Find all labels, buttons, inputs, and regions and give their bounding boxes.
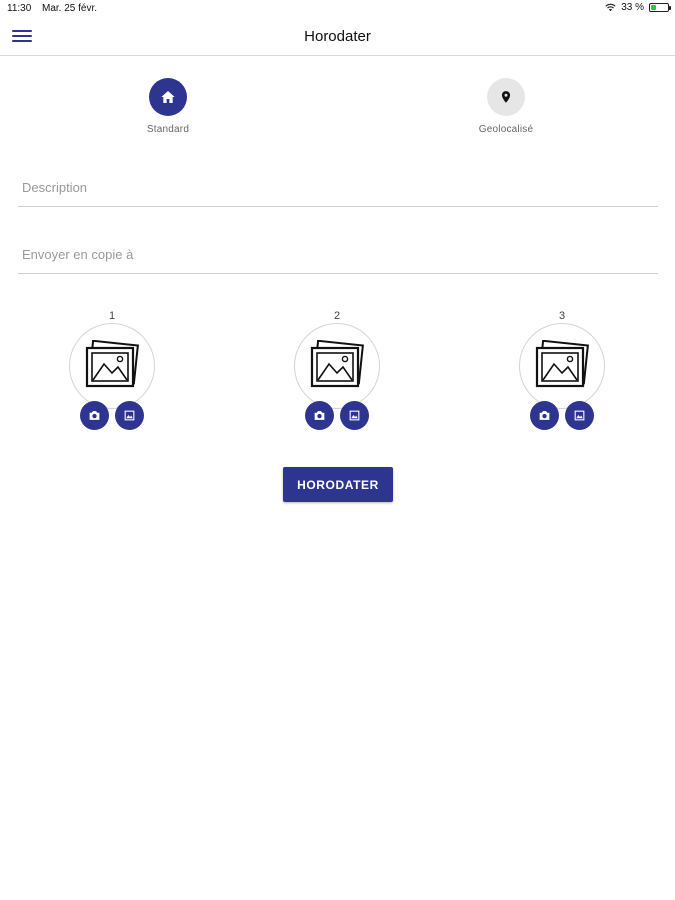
battery-percent: 33 % xyxy=(621,2,644,13)
camera-icon xyxy=(89,411,100,420)
copy-to-input[interactable] xyxy=(18,234,666,274)
description-input[interactable] xyxy=(18,167,666,207)
description-field xyxy=(18,167,666,207)
gallery-icon xyxy=(574,410,585,421)
photo-slot-3: 3 xyxy=(512,310,612,430)
photo-actions xyxy=(287,401,387,430)
page-title: Horodater xyxy=(304,28,371,45)
copy-to-field xyxy=(18,234,666,274)
status-date: Mar. 25 févr. xyxy=(42,3,98,14)
status-time: 11:30 xyxy=(7,3,32,14)
image-placeholder-icon xyxy=(310,340,364,388)
horodater-button[interactable]: HORODATER xyxy=(283,467,393,502)
photo-actions xyxy=(512,401,612,430)
photo-slot-ring[interactable] xyxy=(69,323,155,409)
mode-geolocalise-button[interactable]: Geolocalisé xyxy=(446,78,566,135)
mode-standard-button[interactable]: Standard xyxy=(108,78,228,135)
status-bar: 11:30 Mar. 25 févr. 33 % xyxy=(0,0,675,18)
nav-bar: Horodater xyxy=(0,18,675,56)
gallery-button[interactable] xyxy=(565,401,594,430)
home-icon xyxy=(161,91,175,103)
photo-slot-ring[interactable] xyxy=(519,323,605,409)
wifi-icon xyxy=(605,3,616,12)
mode-geolocalise-circle xyxy=(487,78,525,116)
photo-slot-number: 2 xyxy=(333,310,341,322)
camera-icon xyxy=(314,411,325,420)
camera-icon xyxy=(539,411,550,420)
photo-slot-2: 2 xyxy=(287,310,387,430)
photo-actions xyxy=(62,401,162,430)
mode-standard-circle xyxy=(149,78,187,116)
battery-fill xyxy=(651,5,656,10)
photo-slot-number: 1 xyxy=(108,310,116,322)
image-placeholder-icon xyxy=(535,340,589,388)
photo-slot-number: 3 xyxy=(558,310,566,322)
status-right: 33 % xyxy=(605,2,671,13)
camera-button[interactable] xyxy=(530,401,559,430)
gallery-icon xyxy=(349,410,360,421)
photo-slot-ring[interactable] xyxy=(294,323,380,409)
battery-icon xyxy=(649,3,671,12)
mode-standard-label: Standard xyxy=(146,124,190,135)
gallery-button[interactable] xyxy=(340,401,369,430)
mode-geolocalise-label: Geolocalisé xyxy=(478,124,534,135)
camera-button[interactable] xyxy=(80,401,109,430)
location-pin-icon xyxy=(501,91,511,103)
image-placeholder-icon xyxy=(85,340,139,388)
camera-button[interactable] xyxy=(305,401,334,430)
gallery-button[interactable] xyxy=(115,401,144,430)
photo-slot-1: 1 xyxy=(62,310,162,430)
gallery-icon xyxy=(124,410,135,421)
